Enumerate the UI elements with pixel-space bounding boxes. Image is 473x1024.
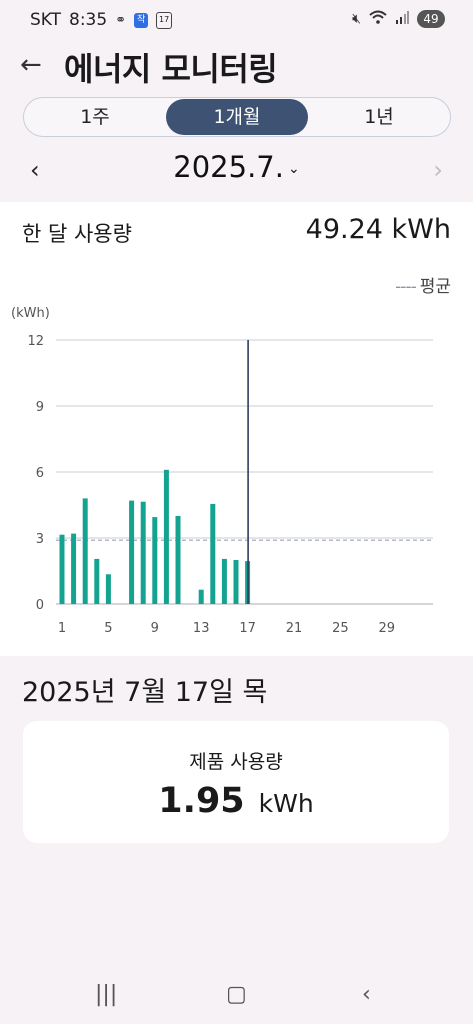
month-label: 2025.7. — [173, 150, 284, 184]
bar-day-11 — [175, 516, 181, 604]
product-usage-value: 1.95 kWh — [23, 781, 449, 821]
back-icon[interactable]: ‹ — [362, 982, 371, 1007]
bar-day-16 — [233, 560, 239, 604]
bar-day-3 — [82, 498, 88, 604]
product-usage-number: 1.95 — [158, 781, 245, 821]
next-month-chevron-icon[interactable]: › — [433, 156, 443, 184]
page-title: 에너지 모니터링 — [64, 50, 278, 88]
tab-week[interactable]: 1주 — [24, 98, 166, 136]
carrier-label: SKT — [30, 10, 62, 30]
y-tick-label: 12 — [27, 334, 44, 349]
status-left: SKT 8:35 ⚭ 작 17 — [30, 10, 173, 30]
x-tick-label: 17 — [239, 621, 256, 636]
month-selector: ‹ 2025.7. ⌄ › — [0, 148, 473, 192]
status-right: 🔇︎ 49 — [352, 10, 445, 28]
wifi-icon — [369, 10, 387, 28]
y-tick-label: 3 — [36, 532, 44, 547]
usage-chart-card: 한 달 사용량 49.24 kWh ---- 평균 (kWh) 0 3 6 9 12 1 5 9… — [0, 202, 473, 656]
monthly-usage-label: 한 달 사용량 — [22, 222, 132, 246]
bar-day-13 — [198, 589, 204, 604]
bar-day-9 — [152, 517, 158, 604]
tab-month[interactable]: 1개월 — [166, 99, 308, 135]
product-usage-unit: kWh — [258, 789, 314, 818]
app-notification-icon: 작 — [134, 12, 149, 28]
home-icon[interactable]: ▢ — [226, 982, 247, 1007]
recent-apps-icon[interactable]: ||| — [95, 982, 117, 1007]
x-tick-label: 21 — [286, 621, 303, 636]
monthly-usage-value: 49.24 kWh — [305, 214, 451, 245]
bar-day-5 — [105, 574, 111, 604]
y-axis-unit: (kWh) — [11, 306, 50, 321]
y-tick-label: 6 — [36, 466, 44, 481]
bar-day-15 — [221, 558, 227, 604]
month-dropdown[interactable]: 2025.7. ⌄ — [0, 150, 473, 184]
average-legend: ---- 평균 — [395, 272, 451, 297]
calendar-icon: 17 — [156, 11, 173, 29]
system-navigation-bar: ||| ▢ ‹ — [0, 970, 473, 1024]
x-tick-label: 29 — [379, 621, 396, 636]
bar-day-1 — [59, 534, 65, 604]
x-tick-label: 25 — [332, 621, 349, 636]
app-header: ← 에너지 모니터링 — [0, 40, 473, 90]
average-legend-label: 평균 — [419, 277, 451, 297]
y-tick-label: 0 — [36, 598, 44, 613]
link-icon: ⚭ — [115, 12, 127, 28]
bar-day-7 — [129, 500, 135, 604]
tab-year[interactable]: 1년 — [308, 98, 450, 136]
battery-icon: 49 — [417, 10, 445, 28]
dashed-line-icon: ---- — [395, 277, 417, 297]
selected-date: 2025년 7월 17일 목 — [22, 677, 268, 708]
y-tick-label: 9 — [36, 400, 44, 415]
bar-day-8 — [140, 501, 146, 604]
bar-day-4 — [94, 558, 100, 604]
back-arrow-icon[interactable]: ← — [20, 50, 42, 80]
bar-day-2 — [71, 533, 77, 604]
daily-usage-bar-chart[interactable]: 0369121 5 9 13 17 21 25 29 — [0, 322, 473, 652]
signal-icon — [395, 10, 409, 28]
clock: 8:35 — [69, 10, 108, 30]
x-tick-label: 13 — [193, 621, 210, 636]
mute-icon: 🔇︎ — [352, 11, 361, 27]
product-usage-label: 제품 사용량 — [189, 751, 283, 773]
x-tick-label: 5 — [104, 621, 112, 636]
period-segmented-control: 1주 1개월 1년 — [23, 97, 451, 137]
x-tick-label: 1 — [58, 621, 66, 636]
product-usage-card: 제품 사용량 1.95 kWh — [23, 721, 449, 843]
bar-day-14 — [210, 503, 216, 604]
status-bar: SKT 8:35 ⚭ 작 17 🔇︎ 49 — [0, 0, 473, 40]
chevron-down-icon: ⌄ — [287, 161, 300, 177]
bar-day-10 — [163, 469, 169, 604]
x-tick-label: 9 — [151, 621, 159, 636]
